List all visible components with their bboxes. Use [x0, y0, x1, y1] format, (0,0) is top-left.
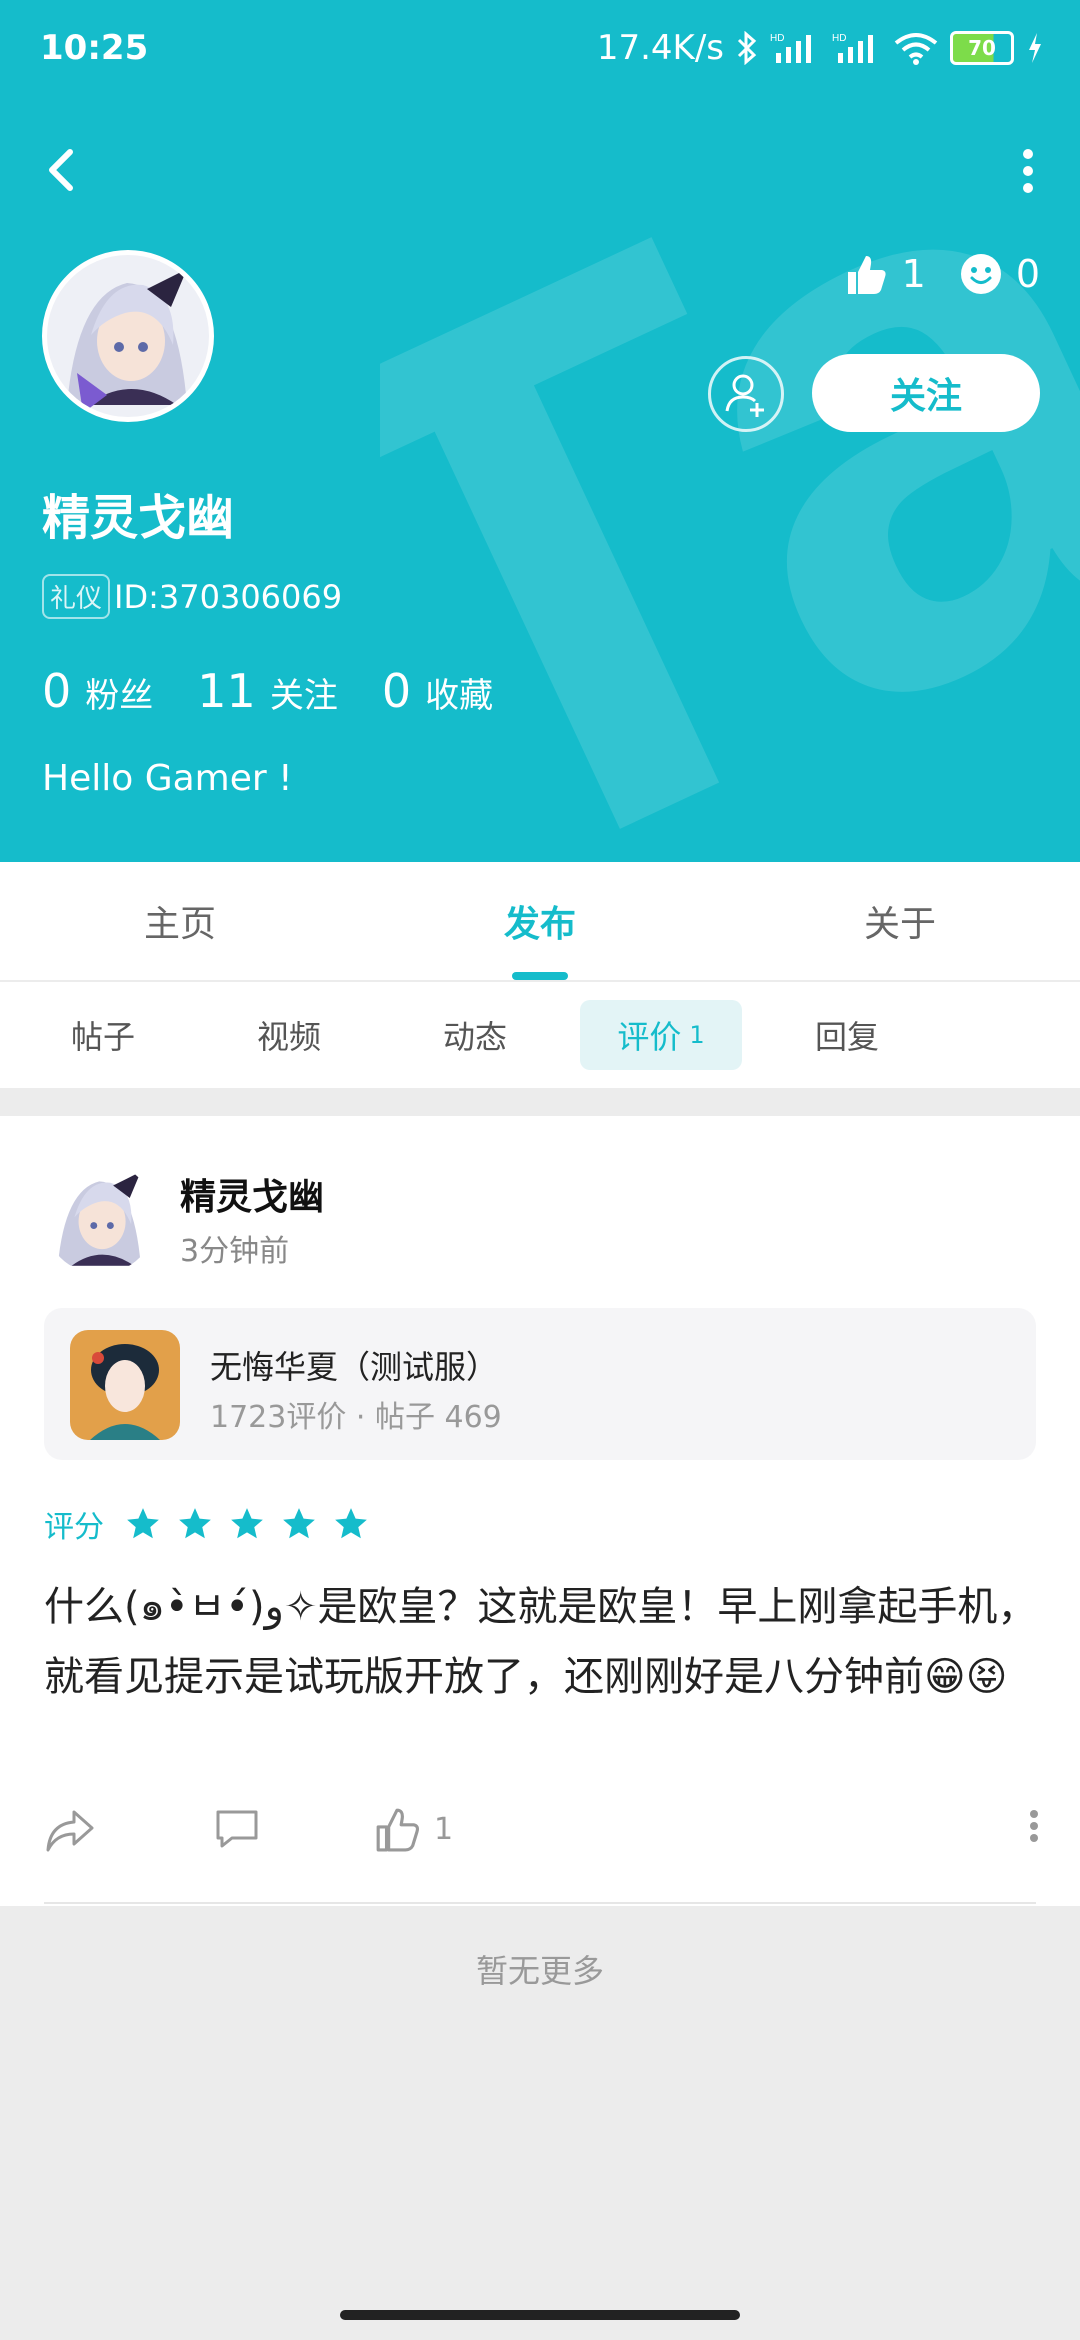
follow-button[interactable]: 关注 — [812, 354, 1040, 432]
subtab-posts-label: 帖子 — [70, 1018, 135, 1056]
review-card[interactable]: 精灵戈幽 3分钟前 无悔华夏（测试服） 1723评价 · 帖子 469 评分 什… — [0, 1116, 1080, 1906]
status-bar: 10:25 17.4K/s HD HD 70 — [0, 0, 1080, 96]
rating-row: 评分 — [44, 1502, 370, 1546]
fans-number: 0 — [42, 664, 72, 718]
network-speed: 17.4K/s — [596, 28, 724, 68]
no-more-text: 暂无更多 — [475, 1952, 604, 1990]
smiley-icon — [960, 254, 1001, 294]
tab-about[interactable]: 关于 — [720, 862, 1080, 980]
profile-header: Ta 10:25 17.4K/s HD HD 70 1 0 关注 精灵戈幽 礼仪… — [0, 0, 1080, 862]
subtab-moments[interactable]: 动态 — [394, 1000, 556, 1070]
fans-count[interactable]: 0 粉丝 — [42, 664, 153, 718]
avatar[interactable] — [42, 250, 214, 422]
game-portrait-icon — [70, 1330, 180, 1440]
divider — [44, 1902, 1036, 1904]
subtab-replies[interactable]: 回复 — [766, 1000, 928, 1070]
anime-character-avatar-icon — [47, 255, 209, 417]
subtab-reviews-count: 1 — [689, 1021, 705, 1049]
sub-tabs: 帖子 视频 动态 评价 1 回复 — [0, 982, 1080, 1088]
profile-counts: 0 粉丝 11 关注 0 收藏 — [42, 664, 493, 718]
favorites-label: 收藏 — [425, 676, 494, 716]
subtab-reviews-label: 评价 — [617, 1018, 682, 1056]
comment-icon — [216, 1810, 258, 1848]
favorites-count[interactable]: 0 收藏 — [382, 664, 493, 718]
game-meta: 1723评价 · 帖子 469 — [210, 1400, 502, 1435]
battery-icon: 70 — [950, 31, 1014, 65]
share-button[interactable] — [44, 1806, 96, 1854]
back-icon[interactable] — [36, 140, 92, 200]
smiles-count: 0 — [1015, 252, 1040, 296]
more-vertical-icon[interactable] — [1016, 148, 1040, 194]
svg-text:HD: HD — [832, 33, 846, 44]
brand-watermark: Ta — [380, 90, 1080, 850]
more-vertical-icon — [1030, 1810, 1038, 1842]
tab-home[interactable]: 主页 — [0, 862, 360, 980]
fans-label: 粉丝 — [85, 676, 154, 716]
svg-text:HD: HD — [770, 33, 784, 44]
status-icons: 17.4K/s HD HD 70 — [597, 28, 1044, 68]
subtab-moments-label: 动态 — [442, 1018, 507, 1056]
post-actions: 1 — [44, 1806, 1040, 1866]
thumbs-up-icon — [847, 256, 886, 294]
signal-hd-icon: HD — [832, 33, 873, 63]
user-id: ID:370306069 — [114, 577, 343, 616]
game-card[interactable]: 无悔华夏（测试服） 1723评价 · 帖子 469 — [44, 1308, 1036, 1460]
status-time: 10:25 — [40, 28, 149, 68]
user-bio: Hello Gamer ! — [42, 758, 293, 799]
add-user-icon — [725, 374, 764, 417]
following-label: 关注 — [269, 676, 338, 716]
subtab-videos[interactable]: 视频 — [208, 1000, 370, 1070]
star-icon — [127, 1508, 159, 1539]
user-id-row: 礼仪 ID:370306069 — [42, 574, 342, 619]
like-count: 1 — [434, 1811, 454, 1847]
comment-button[interactable] — [214, 1806, 260, 1852]
post-author-avatar[interactable] — [44, 1162, 156, 1274]
post-author-name[interactable]: 精灵戈幽 — [180, 1168, 324, 1220]
header-reactions: 1 0 — [844, 252, 1040, 296]
share-icon — [46, 1810, 94, 1852]
username: 精灵戈幽 — [42, 490, 235, 546]
post-time: 3分钟前 — [180, 1234, 290, 1269]
subtab-posts[interactable]: 帖子 — [22, 1000, 184, 1070]
thumbs-up-outline-icon — [376, 1808, 420, 1852]
smiles-stat[interactable]: 0 — [960, 252, 1040, 296]
following-number: 11 — [197, 664, 256, 718]
wifi-icon — [894, 33, 938, 65]
favorites-number: 0 — [381, 664, 412, 718]
anime-character-avatar-icon — [44, 1162, 156, 1274]
subtab-videos-label: 视频 — [256, 1018, 321, 1056]
likes-count: 1 — [901, 252, 926, 296]
subtab-reviews[interactable]: 评价 1 — [580, 1000, 742, 1070]
charging-icon — [1029, 33, 1041, 63]
game-icon — [70, 1330, 180, 1440]
user-tag-badge: 礼仪 — [42, 574, 111, 619]
svg-text:Ta: Ta — [380, 90, 1080, 850]
star-icon — [179, 1508, 211, 1539]
signal-hd-icon: HD — [770, 33, 811, 63]
add-friend-button[interactable] — [708, 356, 784, 432]
review-content[interactable]: 什么(๑•̀ㅂ•́)و✧是欧皇？这就是欧皇！早上刚拿起手机，就看见提示是试玩版开… — [44, 1572, 1040, 1712]
likes-stat[interactable]: 1 — [844, 252, 926, 296]
star-icon — [283, 1508, 315, 1539]
following-count[interactable]: 11 关注 — [197, 664, 338, 718]
like-button[interactable]: 1 — [374, 1806, 453, 1852]
subtab-replies-label: 回复 — [814, 1018, 879, 1056]
tab-publish[interactable]: 发布 — [360, 862, 720, 980]
bluetooth-icon — [737, 31, 757, 65]
game-title: 无悔华夏（测试服） — [210, 1348, 499, 1386]
star-icon — [231, 1508, 263, 1539]
rating-label: 评分 — [44, 1510, 104, 1545]
star-icon — [335, 1508, 367, 1539]
home-indicator[interactable] — [340, 2310, 740, 2320]
main-tabs: 主页 发布 关于 — [0, 862, 1080, 982]
post-more-button[interactable] — [1028, 1806, 1040, 1846]
